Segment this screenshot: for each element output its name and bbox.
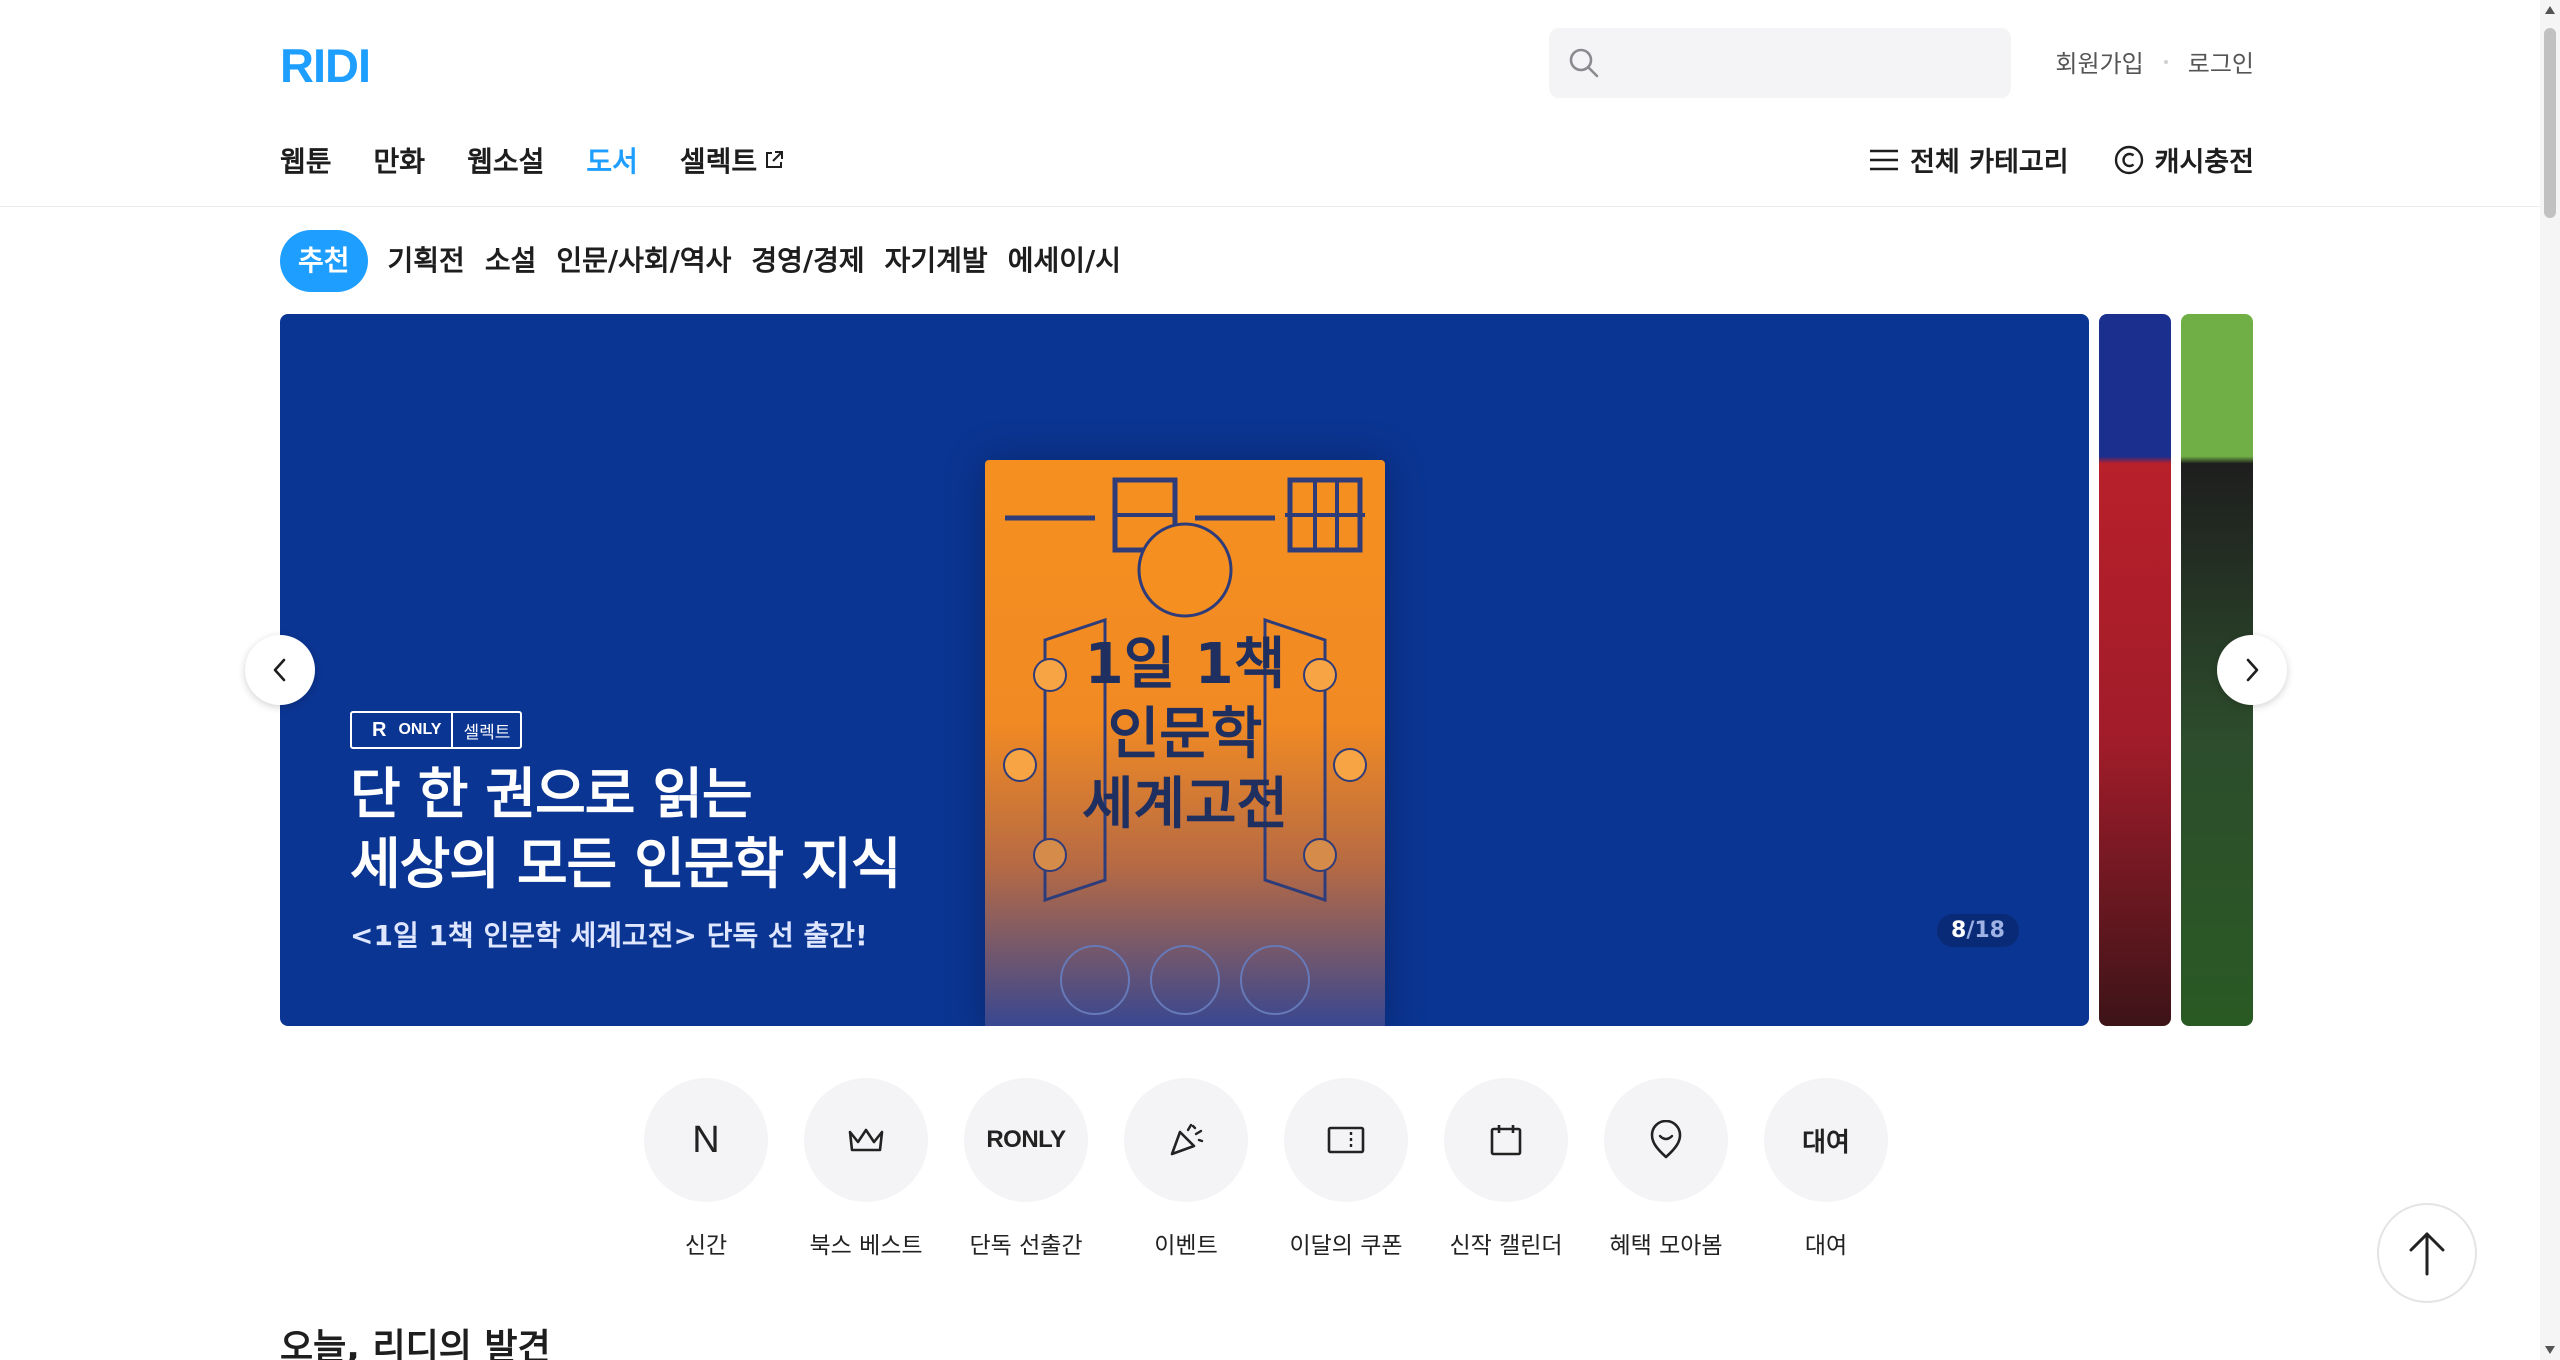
quick-menu-label: 이달의 쿠폰 [1289,1233,1403,1259]
nav-select[interactable]: 셀렉트 [680,140,785,180]
auth-separator [2163,59,2168,64]
heart-pin-icon [1604,1078,1728,1202]
quick-menu: N 신간 북스 베스트 RONLY 단독 선출간 이벤트 이달의 쿠폰 신작 캘… [644,1078,1888,1260]
quick-menu-label: 북스 베스트 [809,1233,923,1259]
category-tabs: 추천 기획전 소설 인문/사회/역사 경영/경제 자기계발 에세이/시 [280,230,1121,292]
next-banner-preview[interactable] [2099,314,2171,1026]
quick-menu-new[interactable]: N 신간 [644,1078,768,1260]
cover-title: 1일 1책 인문학 세계고전 [985,630,1385,840]
tab-novel[interactable]: 소설 [485,230,537,292]
quick-menu-label: 이벤트 [1154,1233,1218,1259]
hamburger-menu-icon [1870,149,1899,170]
tab-business[interactable]: 경영/경제 [751,230,864,292]
r-only-icon: RONLY [964,1078,1088,1202]
external-link-icon [766,151,784,168]
chevron-right-icon [2246,658,2259,682]
hero-subtitle: <1일 1책 인문학 세계고전> 단독 선 출간! [350,919,868,952]
header-divider [0,206,2540,207]
ridi-logo[interactable]: RIDI [280,38,371,93]
cover-title-line: 세계고전 [1081,772,1289,837]
carousel-prev-button[interactable] [245,635,315,705]
search-box[interactable] [1549,28,2011,98]
nav-books[interactable]: 도서 [586,140,638,180]
hero-title-line2: 세상의 모든 인문학 지식 [350,832,901,896]
quick-menu-rental[interactable]: 대여 대여 [1764,1078,1888,1260]
quick-menu-label: 단독 선출간 [969,1233,1083,1259]
calendar-svg [1490,1125,1522,1156]
r-only-glyph: RONLY [986,1126,1066,1153]
book-cover-image[interactable]: 1일 1책 인문학 세계고전 [985,460,1385,1026]
quick-menu-best[interactable]: 북스 베스트 [804,1078,928,1260]
scrollbar-thumb[interactable] [2544,28,2556,218]
party-popper-icon [1124,1078,1248,1202]
calendar-icon [1444,1078,1568,1202]
nav-select-label: 셀렉트 [679,145,758,178]
rental-icon: 대여 [1764,1078,1888,1202]
search-icon [1569,48,1599,78]
quick-menu-exclusive[interactable]: RONLY 단독 선출간 [964,1078,1088,1260]
scroll-to-top-button[interactable] [2377,1203,2477,1303]
auth-links: 회원가입 로그인 [2055,44,2254,79]
quick-menu-label: 신간 [684,1233,728,1259]
login-link[interactable]: 로그인 [2188,44,2254,79]
search-input[interactable] [1615,28,1995,98]
crown-svg [848,1128,884,1152]
cover-title-line: 1일 1책 [1084,632,1286,697]
new-icon-glyph: N [692,1118,720,1161]
tab-recommend[interactable]: 추천 [280,230,368,292]
slide-current: 8 [1951,918,1967,943]
all-categories-button[interactable]: 전체 카테고리 [1868,140,2069,179]
cash-charge-label: 캐시충전 [2154,147,2254,178]
page-scrollbar[interactable] [2540,0,2560,1360]
new-icon: N [644,1078,768,1202]
quick-menu-event[interactable]: 이벤트 [1124,1078,1248,1260]
badge-r: R [372,718,387,741]
party-popper-svg [1170,1123,1204,1156]
rental-glyph: 대여 [1802,1127,1850,1158]
nav-webnovel[interactable]: 웹소설 [467,140,544,180]
slide-counter: 8/18 [1937,914,2019,947]
scroll-up-arrow[interactable] [2545,6,2555,14]
coupon-svg [1327,1126,1365,1154]
hero-title: 단 한 권으로 읽는 세상의 모든 인문학 지식 [350,759,901,899]
hero-banner[interactable]: 1일 1책 인문학 세계고전 R ONLY 셀렉트 단 한 권으로 읽는 세상의 … [280,314,2089,1026]
arrow-up-icon [2409,1232,2445,1276]
signup-link[interactable]: 회원가입 [2055,44,2143,79]
hero-title-line1: 단 한 권으로 읽는 [350,762,753,826]
cash-charge-button[interactable]: 캐시충전 [2113,140,2254,179]
scroll-down-arrow[interactable] [2545,1346,2555,1354]
badge-select-label: 셀렉트 [451,713,520,747]
quick-menu-label: 대여 [1804,1233,1848,1259]
main-nav: 웹툰 만화 웹소설 도서 셀렉트 [280,140,785,180]
quick-menu-label: 혜택 모아봄 [1609,1233,1723,1259]
nav-webtoon[interactable]: 웹툰 [280,140,332,180]
quick-menu-calendar[interactable]: 신작 캘린더 [1444,1078,1568,1260]
tab-essay-poetry[interactable]: 에세이/시 [1008,230,1121,292]
chevron-left-icon [273,658,286,682]
right-nav: 전체 카테고리 캐시충전 [1868,140,2254,179]
quick-menu-benefits[interactable]: 혜택 모아봄 [1604,1078,1728,1260]
section-title: 오늘, 리디의 발견 [280,1327,551,1360]
slide-total: /18 [1966,918,2005,943]
coupon-icon [1284,1078,1408,1202]
nav-comics[interactable]: 만화 [374,140,426,180]
cash-coin-icon [2114,145,2143,174]
quick-menu-coupon[interactable]: 이달의 쿠폰 [1284,1078,1408,1260]
carousel-next-button[interactable] [2217,635,2287,705]
r-only-label: R ONLY [352,713,451,747]
tab-self-development[interactable]: 자기계발 [885,230,988,292]
quick-menu-label: 신작 캘린더 [1449,1233,1563,1259]
cover-title-line: 인문학 [1107,702,1263,767]
r-only-select-badge: R ONLY 셀렉트 [350,711,523,749]
tab-special-exhibition[interactable]: 기획전 [388,230,465,292]
tab-humanities[interactable]: 인문/사회/역사 [556,230,731,292]
heart-pin-svg [1650,1120,1682,1159]
badge-only: ONLY [398,721,442,738]
crown-icon [804,1078,928,1202]
all-categories-label: 전체 카테고리 [1910,147,2069,178]
